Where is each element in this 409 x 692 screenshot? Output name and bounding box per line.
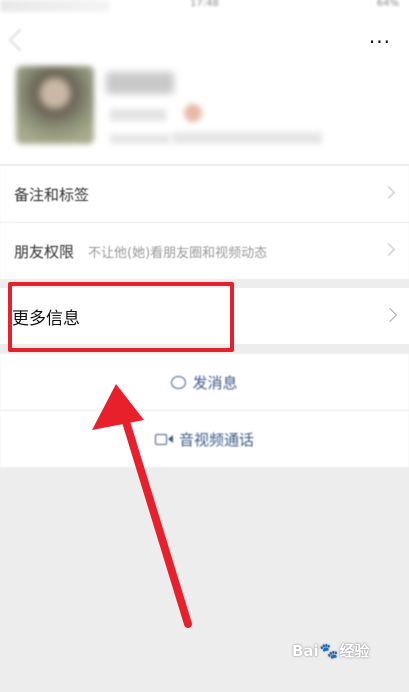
arrow-shaft xyxy=(119,408,192,628)
arrow-head xyxy=(92,384,144,430)
watermark: Bai🐾经验 xyxy=(292,640,369,661)
baidu-paw-icon: 🐾 xyxy=(319,642,339,660)
watermark-right: 经验 xyxy=(339,642,370,660)
watermark-left: Bai xyxy=(292,642,319,660)
annotation-arrow xyxy=(92,384,192,628)
